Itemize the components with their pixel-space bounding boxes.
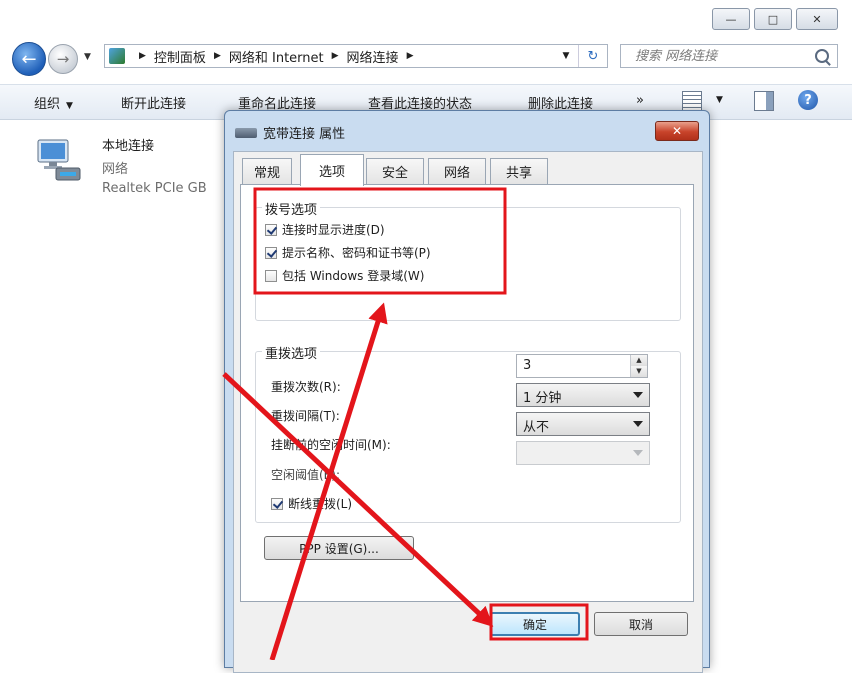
include-windows-domain-label: 包括 Windows 登录域(W)	[282, 269, 425, 283]
address-bar[interactable]: ▶ 控制面板 ▶ 网络和 Internet ▶ 网络连接 ▶ ▼ ↻	[104, 44, 608, 68]
redial-on-drop-checkbox[interactable]: 断线重拨(L)	[271, 495, 352, 512]
more-commands-button[interactable]: »	[636, 93, 644, 108]
dialing-options-title: 拨号选项	[262, 199, 321, 218]
minimize-button[interactable]: —	[712, 8, 750, 30]
idle-time-label: 挂断前的空闲时间(M):	[271, 438, 391, 452]
chevron-right-icon[interactable]: ▶	[214, 51, 221, 61]
history-dropdown[interactable]: ▼	[84, 52, 91, 62]
refresh-icon: ↻	[587, 48, 599, 64]
dialog-close-button[interactable]: ✕	[655, 121, 699, 141]
redial-attempts-label: 重拨次数(R):	[271, 380, 341, 394]
connection-adapter: Realtek PCIe GB	[102, 181, 207, 196]
redial-attempts-stepper[interactable]: 3 ▲ ▼	[516, 354, 648, 378]
redial-interval-label: 重拨间隔(T):	[271, 409, 340, 423]
prompt-credentials-checkbox[interactable]: 提示名称、密码和证书等(P)	[265, 244, 431, 261]
tab-security[interactable]: 安全	[366, 158, 424, 184]
idle-time-value: 从不	[523, 420, 550, 435]
redial-attempts-value: 3	[523, 358, 532, 373]
search-icon[interactable]	[815, 49, 829, 63]
maximize-button[interactable]: □	[754, 8, 792, 30]
close-window-button[interactable]: ✕	[796, 8, 838, 30]
checkbox-box[interactable]	[265, 269, 277, 282]
control-panel-icon	[109, 48, 125, 64]
broadband-connection-icon	[235, 127, 257, 138]
organize-button[interactable]: 组织 ▼	[34, 93, 73, 112]
breadcrumb: ▶ 控制面板 ▶ 网络和 Internet ▶ 网络连接 ▶	[131, 47, 421, 66]
chevron-down-icon[interactable]: ▼	[716, 95, 723, 105]
ok-button[interactable]: 确定	[490, 612, 580, 636]
window-controls: — □ ✕	[712, 8, 838, 30]
dropdown-arrow-icon	[633, 421, 643, 427]
disconnect-button[interactable]: 断开此连接	[121, 93, 186, 112]
idle-time-select[interactable]: 从不	[516, 412, 650, 436]
help-icon[interactable]: ?	[798, 90, 818, 110]
connection-network: 网络	[102, 162, 129, 177]
chevron-right-icon[interactable]: ▶	[139, 51, 146, 61]
dialog-title: 宽带连接 属性	[263, 127, 346, 142]
change-view-icon[interactable]	[682, 91, 702, 111]
chevron-right-icon[interactable]: ▶	[332, 51, 339, 61]
minimize-icon: —	[725, 12, 737, 26]
dropdown-arrow-icon	[633, 392, 643, 398]
forward-button[interactable]: →	[48, 44, 78, 74]
tab-options[interactable]: 选项	[300, 154, 364, 186]
refresh-button[interactable]: ↻	[578, 45, 607, 67]
dropdown-arrow-icon	[633, 450, 643, 456]
checkbox-box[interactable]	[265, 246, 277, 259]
back-arrow-icon: ←	[21, 48, 37, 70]
connection-name[interactable]: 本地连接	[102, 135, 154, 154]
network-adapter-icon[interactable]	[34, 136, 86, 188]
checkbox-box[interactable]	[265, 223, 277, 236]
search-input[interactable]	[633, 47, 817, 65]
redial-on-drop-label: 断线重拨(L)	[288, 497, 353, 511]
preview-pane-icon[interactable]	[754, 91, 774, 111]
checkbox-box[interactable]	[271, 497, 283, 510]
show-progress-checkbox[interactable]: 连接时显示进度(D)	[265, 221, 385, 238]
chevron-down-icon: ▼	[66, 101, 73, 111]
breadcrumb-control-panel[interactable]: 控制面板	[154, 47, 206, 66]
dialog-title-bar: 宽带连接 属性	[235, 123, 345, 142]
show-progress-label: 连接时显示进度(D)	[282, 223, 385, 237]
stepper-up-icon[interactable]: ▲	[631, 355, 647, 366]
prompt-credentials-label: 提示名称、密码和证书等(P)	[282, 246, 431, 260]
chevron-down-icon: ▼	[84, 52, 91, 62]
stepper-down-icon[interactable]: ▼	[631, 366, 647, 377]
close-icon: ✕	[812, 12, 822, 26]
tab-general[interactable]: 常规	[242, 158, 292, 184]
cancel-button[interactable]: 取消	[594, 612, 688, 636]
address-dropdown[interactable]: ▼	[554, 51, 578, 61]
forward-arrow-icon: →	[56, 50, 70, 68]
redial-interval-value: 1 分钟	[523, 391, 562, 406]
back-button[interactable]: ←	[12, 42, 46, 76]
close-icon: ✕	[671, 124, 683, 138]
include-windows-domain-checkbox[interactable]: 包括 Windows 登录域(W)	[265, 267, 424, 284]
breadcrumb-network-connections[interactable]: 网络连接	[347, 47, 399, 66]
redial-options-title: 重拨选项	[262, 343, 321, 362]
breadcrumb-network-internet[interactable]: 网络和 Internet	[229, 47, 324, 66]
organize-label: 组织	[34, 97, 61, 112]
search-box	[620, 44, 838, 68]
chevron-right-icon[interactable]: ▶	[407, 51, 414, 61]
idle-threshold-label: 空闲阈值(E):	[271, 468, 340, 482]
redial-interval-select[interactable]: 1 分钟	[516, 383, 650, 407]
tab-networking[interactable]: 网络	[428, 158, 486, 184]
idle-threshold-select[interactable]	[516, 441, 650, 465]
maximize-icon: □	[767, 12, 779, 26]
tab-sharing[interactable]: 共享	[490, 158, 548, 184]
ppp-settings-button[interactable]: PPP 设置(G)...	[264, 536, 414, 560]
stepper-buttons: ▲ ▼	[630, 355, 647, 377]
